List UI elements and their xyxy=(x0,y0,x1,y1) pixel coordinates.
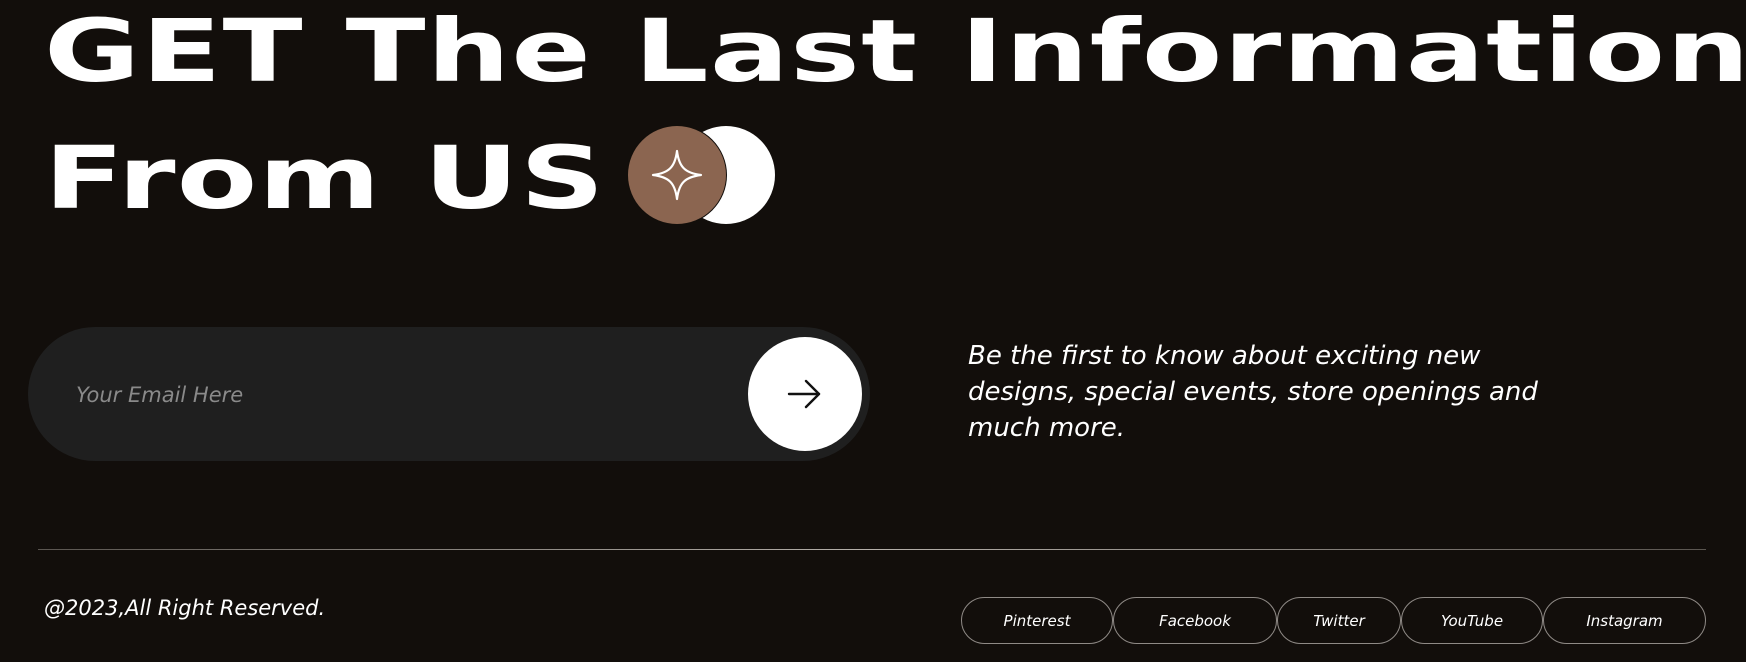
email-subscribe-form xyxy=(28,327,870,461)
arrow-right-icon xyxy=(787,379,821,409)
badge-front-circle xyxy=(628,126,726,224)
newsletter-section: GET The Last Information From US Be the … xyxy=(0,0,1746,662)
social-link-youtube[interactable]: YouTube xyxy=(1401,597,1543,644)
social-link-facebook[interactable]: Facebook xyxy=(1113,597,1277,644)
social-link-twitter[interactable]: Twitter xyxy=(1277,597,1401,644)
social-link-pinterest[interactable]: Pinterest xyxy=(961,597,1113,644)
social-link-instagram[interactable]: Instagram xyxy=(1543,597,1706,644)
decorative-badge xyxy=(628,125,780,227)
footer-divider xyxy=(38,549,1706,550)
headline-line-1: GET The Last Information xyxy=(44,0,1746,102)
headline-line-2: From US xyxy=(44,127,606,229)
email-input[interactable] xyxy=(74,372,678,418)
sparkle-icon xyxy=(651,149,703,201)
newsletter-tagline: Be the first to know about exciting new … xyxy=(968,341,1538,443)
copyright-text: @2023,All Right Reserved. xyxy=(44,596,326,620)
subscribe-submit-button[interactable] xyxy=(748,337,862,451)
